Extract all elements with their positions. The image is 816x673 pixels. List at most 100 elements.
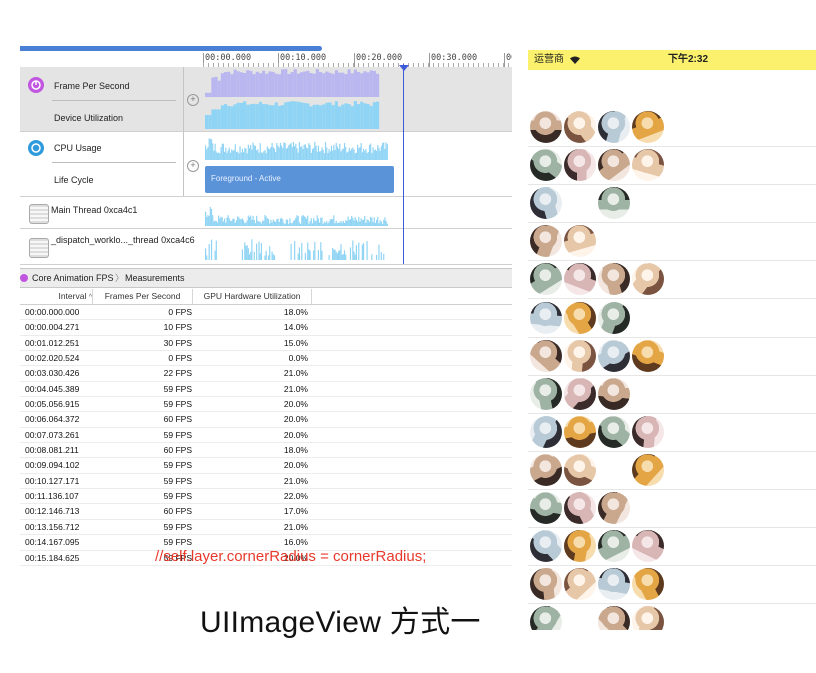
table-cell-row[interactable] xyxy=(528,222,816,262)
main-thread-bar xyxy=(355,219,357,226)
avatar-image[interactable] xyxy=(564,225,596,258)
table-row[interactable]: 00:08.081.211 60 FPS 18.0% xyxy=(20,443,512,459)
avatar-image[interactable] xyxy=(598,149,630,182)
table-cell-row[interactable] xyxy=(528,146,816,186)
table-cell-row[interactable] xyxy=(528,527,816,567)
avatar-image[interactable] xyxy=(598,530,630,563)
add-track-button[interactable]: + xyxy=(187,160,199,172)
breadcrumb-view[interactable]: Measurements xyxy=(125,269,185,287)
playhead-handle[interactable] xyxy=(399,65,409,71)
table-row[interactable]: 00:01.012.251 30 FPS 15.0% xyxy=(20,336,512,352)
table-row[interactable]: 00:03.030.426 22 FPS 21.0% xyxy=(20,366,512,382)
avatar-image[interactable] xyxy=(530,187,562,220)
add-track-button[interactable]: + xyxy=(187,94,199,106)
table-row[interactable]: 00:11.136.107 59 FPS 22.0% xyxy=(20,489,512,505)
fps-bar xyxy=(344,74,348,97)
avatar-image[interactable] xyxy=(632,415,664,448)
avatar-image[interactable] xyxy=(564,339,596,372)
table-row[interactable]: 00:00.004.271 10 FPS 14.0% xyxy=(20,320,512,336)
timeline-scroll-thumb[interactable] xyxy=(20,46,322,51)
table-row[interactable]: 00:05.056.915 59 FPS 20.0% xyxy=(20,397,512,413)
avatar-image[interactable] xyxy=(530,301,562,334)
avatar-image[interactable] xyxy=(632,530,664,563)
table-cell-row[interactable] xyxy=(528,108,816,147)
avatar-image[interactable] xyxy=(564,377,596,410)
avatar-image[interactable] xyxy=(598,301,630,334)
table-cell-row[interactable] xyxy=(528,489,816,528)
avatar-image[interactable] xyxy=(564,111,596,143)
avatar-image[interactable] xyxy=(598,187,630,220)
avatar-image[interactable] xyxy=(632,263,664,296)
column-header-gpu[interactable]: GPU Hardware Utilization xyxy=(193,289,312,304)
table-cell-row[interactable] xyxy=(528,603,816,630)
column-header-fps[interactable]: Frames Per Second xyxy=(93,289,193,304)
avatar-image[interactable] xyxy=(632,453,664,486)
avatar-image[interactable] xyxy=(564,453,596,486)
playhead[interactable] xyxy=(403,64,404,264)
avatar-image[interactable] xyxy=(598,339,630,372)
phone-screen: 运营商 下午2:32 xyxy=(528,50,816,630)
table-cell-row[interactable] xyxy=(528,260,816,300)
avatar-image[interactable] xyxy=(632,111,664,143)
avatar-image[interactable] xyxy=(598,415,630,448)
avatar-image[interactable] xyxy=(598,111,630,143)
avatar-image[interactable] xyxy=(632,606,664,630)
timeline-ruler[interactable]: 00:00.000 00:10.000 00:20.000 00:30.000 … xyxy=(203,53,512,68)
table-cell-row[interactable] xyxy=(528,299,816,338)
table-cell-row[interactable] xyxy=(528,375,816,414)
table-cell-row[interactable] xyxy=(528,565,816,605)
avatar-image[interactable] xyxy=(564,530,596,563)
avatar-image[interactable] xyxy=(564,301,596,334)
avatar-image[interactable] xyxy=(530,225,562,258)
table-cell: 59 FPS xyxy=(163,429,192,440)
track-cpu-lifecycle[interactable]: CPU Usage Life Cycle + Foreground - Acti… xyxy=(20,132,512,197)
track-main-thread[interactable]: Main Thread 0xca4c1 xyxy=(20,197,512,229)
table-cell-row[interactable] xyxy=(528,184,816,224)
avatar-image[interactable] xyxy=(598,263,630,296)
column-header-interval[interactable]: Interval ^ xyxy=(20,289,93,304)
table-row[interactable]: 00:09.094.102 59 FPS 20.0% xyxy=(20,458,512,474)
table-row[interactable]: 00:06.064.372 60 FPS 20.0% xyxy=(20,412,512,428)
avatar-image[interactable] xyxy=(564,149,596,182)
table-row[interactable]: 00:13.156.712 59 FPS 21.0% xyxy=(20,520,512,536)
table-row[interactable]: 00:04.045.389 59 FPS 21.0% xyxy=(20,382,512,398)
track-lane-fps[interactable]: Frame Per Second Device Utilization xyxy=(20,67,182,131)
worker-thread-bar xyxy=(294,240,296,260)
avatar-image[interactable] xyxy=(530,530,562,563)
avatar-image[interactable] xyxy=(530,453,562,486)
avatar-image[interactable] xyxy=(632,568,664,601)
table-row[interactable]: 00:10.127.171 59 FPS 21.0% xyxy=(20,474,512,490)
track-lane-cpu[interactable]: CPU Usage Life Cycle xyxy=(20,132,182,196)
avatar-image[interactable] xyxy=(530,111,562,143)
avatar-image[interactable] xyxy=(598,377,630,410)
track-fps-device[interactable]: Frame Per Second Device Utilization + xyxy=(20,67,512,132)
table-row[interactable]: 00:02.020.524 0 FPS 0.0% xyxy=(20,351,512,367)
avatar-image[interactable] xyxy=(598,606,630,630)
table-row[interactable]: 00:07.073.261 59 FPS 20.0% xyxy=(20,428,512,444)
avatar-image[interactable] xyxy=(530,568,562,601)
table-cell-row[interactable] xyxy=(528,413,816,452)
track-worker-thread[interactable]: _dispatch_worklo..._thread 0xca4c6 xyxy=(20,229,512,265)
avatar-image[interactable] xyxy=(530,415,562,448)
breadcrumb-instrument[interactable]: Core Animation FPS xyxy=(32,269,114,287)
avatar-image[interactable] xyxy=(632,149,664,182)
avatar-image[interactable] xyxy=(564,568,596,601)
avatar-image[interactable] xyxy=(598,568,630,601)
avatar-image[interactable] xyxy=(530,492,562,524)
table-row[interactable]: 00:12.146.713 60 FPS 17.0% xyxy=(20,504,512,520)
avatar-image[interactable] xyxy=(564,263,596,296)
table-cell-row[interactable] xyxy=(528,451,816,490)
avatar-image[interactable] xyxy=(598,492,630,524)
table-cell-row[interactable] xyxy=(528,337,816,376)
main-thread-bar xyxy=(330,219,333,226)
avatar-image[interactable] xyxy=(530,263,562,296)
avatar-image[interactable] xyxy=(564,492,596,524)
avatar-image[interactable] xyxy=(564,415,596,448)
avatar-image[interactable] xyxy=(530,339,562,372)
lifecycle-bar[interactable]: Foreground - Active xyxy=(205,166,394,193)
table-row[interactable]: 00:00.000.000 0 FPS 18.0% xyxy=(20,305,512,321)
avatar-image[interactable] xyxy=(632,339,664,372)
avatar-image[interactable] xyxy=(530,606,562,630)
avatar-image[interactable] xyxy=(530,149,562,182)
avatar-image[interactable] xyxy=(530,377,562,410)
